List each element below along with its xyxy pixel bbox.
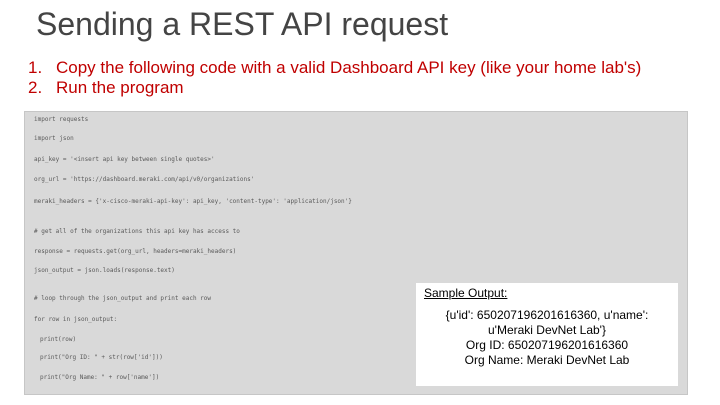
instruction-steps: 1. Copy the following code with a valid … <box>28 58 668 98</box>
step-2: 2. Run the program <box>28 78 668 98</box>
slide-title: Sending a REST API request <box>36 6 449 42</box>
step-number: 2. <box>28 78 43 97</box>
code-line: import requests <box>34 116 89 123</box>
step-number: 1. <box>28 58 43 77</box>
code-line: for row in json_output: <box>34 316 118 323</box>
code-line: meraki_headers = {'x-cisco-meraki-api-ke… <box>34 198 352 205</box>
output-line: Org ID: 650207196201616360 <box>465 338 629 352</box>
code-line: import json <box>34 135 74 142</box>
code-line: print(row) <box>40 336 77 343</box>
code-line: print("Org Name: " + row['name']) <box>40 374 160 381</box>
output-line: {u'id': 650207196201616360, u'name': <box>445 308 649 322</box>
output-line: Org Name: Meraki DevNet Lab <box>464 353 630 367</box>
step-text: Run the program <box>56 78 184 97</box>
sample-output-text: {u'id': 650207196201616360, u'name': u'M… <box>416 308 678 368</box>
code-line: org_url = 'https://dashboard.meraki.com/… <box>34 176 255 183</box>
code-line: response = requests.get(org_url, headers… <box>34 248 237 255</box>
code-line: api_key = '<insert api key between singl… <box>34 156 215 163</box>
output-line: u'Meraki DevNet Lab'} <box>488 323 606 337</box>
code-line: print("Org ID: " + str(row['id'])) <box>40 354 163 361</box>
code-line: json_output = json.loads(response.text) <box>34 267 175 274</box>
code-line: # loop through the json_output and print… <box>34 295 212 302</box>
code-line: # get all of the organizations this api … <box>34 228 240 235</box>
step-text: Copy the following code with a valid Das… <box>56 58 642 77</box>
sample-output-heading: Sample Output: <box>424 286 508 300</box>
step-1: 1. Copy the following code with a valid … <box>28 58 668 78</box>
